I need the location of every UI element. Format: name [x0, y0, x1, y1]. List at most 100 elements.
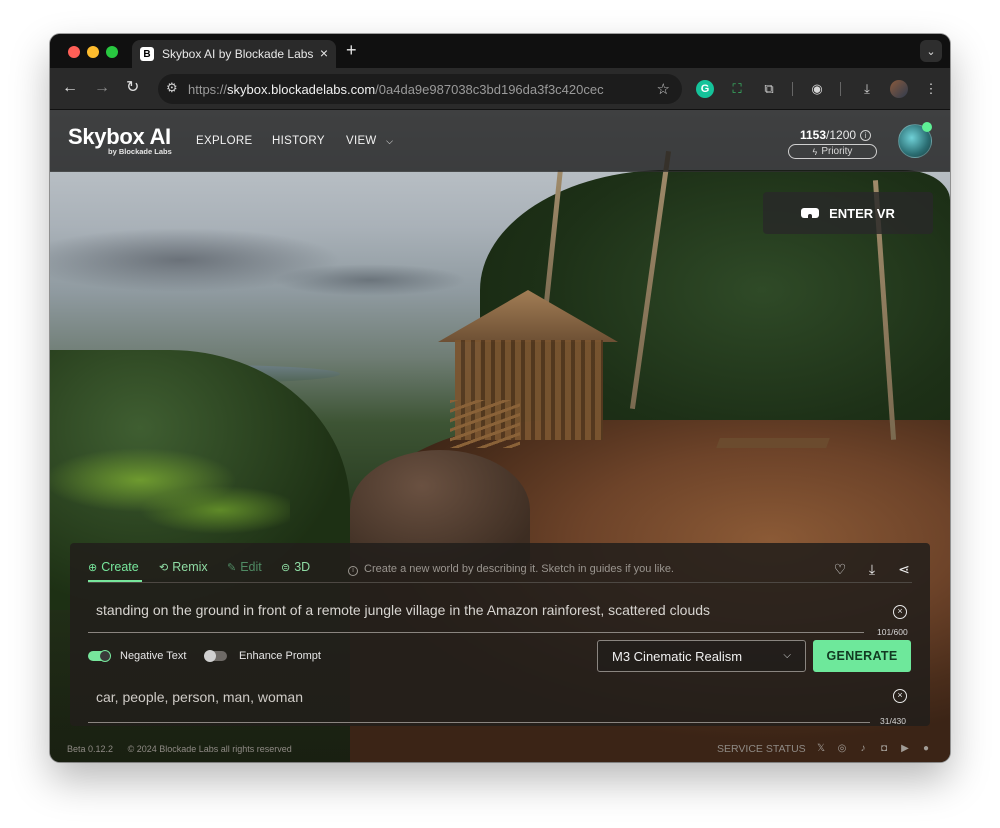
chevron-down-icon: ⌵: [386, 136, 394, 146]
priority-badge: ϟ Priority: [788, 144, 877, 159]
enhance-prompt-label: Enhance Prompt: [239, 650, 321, 662]
url-scheme: https://: [188, 82, 228, 97]
tab-create-label: Create: [101, 560, 139, 574]
grammarly-icon[interactable]: G: [696, 80, 714, 98]
style-select[interactable]: M3 Cinematic Realism ⌵: [597, 640, 806, 672]
negative-prompt-input[interactable]: car, people, person, man, woman: [96, 689, 303, 705]
prompt-input[interactable]: standing on the ground in front of a rem…: [96, 602, 710, 618]
browser-tab[interactable]: B Skybox AI by Blockade Labs ×: [132, 40, 336, 68]
negative-char-counter: 31/430: [880, 716, 906, 726]
new-tab-icon[interactable]: +: [346, 41, 357, 59]
share-icon[interactable]: ⋖: [896, 561, 912, 577]
generate-button[interactable]: GENERATE: [813, 640, 911, 672]
download-icon[interactable]: ⤓: [864, 561, 880, 577]
profile-avatar[interactable]: [890, 80, 908, 98]
toggle-knob: [204, 650, 216, 662]
site-settings-icon[interactable]: ⚙: [166, 80, 178, 96]
enhance-prompt-toggle[interactable]: [204, 650, 227, 662]
lens-icon[interactable]: ◉: [808, 80, 826, 98]
prompt-panel: ⊕ Create ⟲ Remix ✎ Edit ⊜ 3D i Create a new w…: [70, 543, 930, 726]
online-status-dot: [922, 122, 932, 132]
x-icon[interactable]: 𝕏: [815, 743, 827, 755]
discord-icon[interactable]: ◘: [878, 743, 890, 755]
remix-icon: ⟲: [159, 561, 169, 574]
tab-strip: B Skybox AI by Blockade Labs × + ⌄: [50, 34, 950, 68]
plus-circle-icon: ⊕: [88, 561, 98, 574]
address-bar[interactable]: ⚙ https://skybox.blockadelabs.com/0a4da9…: [158, 74, 682, 104]
nav-history[interactable]: HISTORY: [272, 135, 325, 147]
scene-table: [716, 438, 830, 448]
tab-close-icon[interactable]: ×: [320, 46, 328, 60]
url-host: skybox.blockadelabs.com: [227, 82, 376, 97]
app-header: Skybox AI by Blockade Labs EXPLORE HISTO…: [50, 110, 950, 172]
scene-stairs: [450, 400, 520, 448]
url-path: /0a4da9e987038c3bd196da3f3c420cec: [375, 82, 604, 97]
back-icon[interactable]: ←: [62, 79, 78, 97]
copyright-label: © 2024 Blockade Labs all rights reserved: [127, 744, 292, 754]
minimize-window-button[interactable]: [87, 46, 99, 58]
skybox-viewport[interactable]: Skybox AI by Blockade Labs EXPLORE HISTO…: [50, 110, 950, 762]
negative-text-label: Negative Text: [120, 650, 187, 662]
enter-vr-button[interactable]: ENTER VR: [763, 192, 933, 234]
tab-remix[interactable]: ⟲ Remix: [159, 560, 208, 574]
nav-explore[interactable]: EXPLORE: [196, 135, 252, 147]
tab-3d[interactable]: ⊜ 3D: [281, 560, 310, 574]
toggle-knob: [99, 650, 111, 662]
info-icon[interactable]: i: [860, 130, 872, 142]
clear-negative-icon[interactable]: ×: [893, 689, 907, 703]
enter-vr-label: ENTER VR: [829, 205, 895, 221]
nav-view[interactable]: VIEW ⌵: [346, 135, 393, 147]
hint-text: i Create a new world by describing it. Sk…: [348, 563, 674, 576]
reddit-icon[interactable]: ●: [920, 743, 932, 755]
star-icon[interactable]: ☆: [657, 80, 670, 98]
url-text: https://skybox.blockadelabs.com/0a4da9e9…: [188, 82, 604, 97]
tab-edit[interactable]: ✎ Edit: [227, 560, 262, 574]
negative-text-toggle[interactable]: [88, 650, 111, 662]
browser-window: B Skybox AI by Blockade Labs × + ⌄ ← → ↻…: [50, 34, 950, 762]
edit-icon: ✎: [227, 561, 237, 574]
browser-toolbar: ← → ↻ ⚙ https://skybox.blockadelabs.com/…: [50, 68, 950, 110]
globe-icon: ⊜: [281, 561, 291, 574]
nav-view-label: VIEW: [346, 135, 377, 147]
instagram-icon[interactable]: ◎: [836, 743, 848, 755]
reload-icon[interactable]: ↻: [126, 79, 139, 97]
tab-search-icon[interactable]: ⌄: [920, 40, 942, 62]
toolbar-divider: [792, 82, 793, 96]
toolbar-divider: [840, 82, 841, 96]
menu-icon[interactable]: ⋮: [922, 80, 940, 98]
tab-title: Skybox AI by Blockade Labs: [162, 47, 314, 61]
prompt-underline: [88, 632, 864, 633]
favicon-icon: B: [140, 47, 154, 61]
scene-clouds: [50, 190, 470, 310]
scene-leaves: [50, 440, 290, 560]
credits-counter: 1153/1200 i: [800, 128, 872, 142]
tiktok-icon[interactable]: ♪: [857, 743, 869, 755]
style-select-value: M3 Cinematic Realism: [612, 648, 743, 664]
download-icon[interactable]: ⤓: [858, 80, 876, 98]
vr-headset-icon: [801, 208, 820, 218]
youtube-icon[interactable]: ▶: [899, 743, 911, 755]
prompt-char-counter: 101/600: [877, 627, 908, 637]
tab-edit-label: Edit: [240, 560, 262, 574]
footer-meta: Beta 0.12.2 © 2024 Blockade Labs all rig…: [67, 744, 304, 754]
negative-underline: [88, 722, 870, 723]
chevron-down-icon: ⌵: [783, 650, 791, 661]
version-label: Beta 0.12.2: [67, 744, 114, 754]
lightning-icon: ϟ: [812, 146, 818, 157]
app-logo-subtitle: by Blockade Labs: [108, 147, 172, 156]
maximize-window-button[interactable]: [106, 46, 118, 58]
info-icon: i: [348, 566, 358, 576]
panel-divider: [88, 582, 912, 583]
tab-3d-label: 3D: [294, 560, 311, 574]
service-status-link[interactable]: SERVICE STATUS: [717, 743, 806, 755]
heart-icon[interactable]: ♡: [832, 561, 848, 577]
extensions-icon[interactable]: ⧉: [760, 80, 778, 98]
tab-create[interactable]: ⊕ Create: [88, 560, 139, 574]
credits-used: 1153: [800, 128, 827, 142]
hint-label: Create a new world by describing it. Ske…: [364, 563, 674, 575]
clear-prompt-icon[interactable]: ×: [893, 605, 907, 619]
priority-label: Priority: [821, 146, 853, 157]
screenshot-icon[interactable]: ⛶: [728, 80, 746, 98]
close-window-button[interactable]: [68, 46, 80, 58]
forward-icon[interactable]: →: [94, 79, 110, 97]
